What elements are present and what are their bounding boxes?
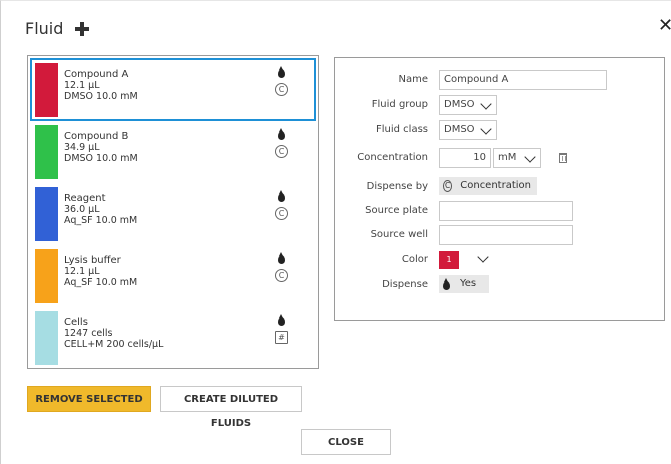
dispense-by-value: Concentration <box>460 180 531 191</box>
fluid-name: Compound B <box>64 131 129 142</box>
concentration-mode-icon: C <box>275 83 288 96</box>
dispense-by-chip[interactable]: C Concentration <box>439 177 537 195</box>
concentration-mode-icon: C <box>275 269 288 282</box>
fluid-name: Compound A <box>64 69 129 80</box>
source-well-label: Source well <box>370 229 428 240</box>
fluid-color-swatch <box>35 311 58 365</box>
fluid-info: Cells 1247 cells CELL+M 200 cells/µL <box>64 317 163 350</box>
dispense-drop-icon <box>278 314 285 326</box>
fluid-color-swatch <box>35 125 58 179</box>
fluid-item-compound-a[interactable]: Compound A 12.1 µL DMSO 10.0 mM C <box>30 58 316 121</box>
color-label: Color <box>401 254 428 265</box>
dispense-label: Dispense <box>382 279 428 290</box>
source-plate-field[interactable] <box>439 201 573 221</box>
dispense-value: Yes <box>460 278 477 289</box>
name-field[interactable]: Compound A <box>439 70 607 90</box>
fluid-volume: 12.1 µL <box>64 266 100 277</box>
close-icon[interactable]: ✕ <box>658 17 671 35</box>
source-well-field[interactable] <box>439 225 573 245</box>
chevron-down-icon <box>480 98 492 110</box>
dialog-title: Fluid <box>25 19 64 38</box>
fluid-item-compound-b[interactable]: Compound B 34.9 µL DMSO 10.0 mM C <box>32 122 314 181</box>
fluid-class-value: DMSO <box>444 124 475 135</box>
fluid-list: Compound A 12.1 µL DMSO 10.0 mM C Compou… <box>27 55 319 369</box>
dispense-drop-icon <box>278 66 285 78</box>
dispense-by-label: Dispense by <box>366 181 428 192</box>
fluid-group-select[interactable]: DMSO <box>439 95 497 115</box>
create-diluted-fluids-button[interactable]: CREATE DILUTED FLUIDS <box>160 386 302 429</box>
fluid-name: Reagent <box>64 193 106 204</box>
drop-icon <box>443 277 450 290</box>
fluid-volume: 36.0 µL <box>64 204 100 215</box>
fluid-volume: 12.1 µL <box>64 80 100 91</box>
dialog-header: Fluid <box>25 19 90 38</box>
fluid-info: Reagent 36.0 µL Aq_SF 10.0 mM <box>64 193 137 226</box>
remove-selected-button[interactable]: REMOVE SELECTED <box>27 386 151 412</box>
fluid-group-value: DMSO <box>444 99 475 110</box>
fluid-info: Lysis buffer 12.1 µL Aq_SF 10.0 mM <box>64 255 137 288</box>
concentration-unit-value: mM <box>498 152 517 163</box>
fluid-volume: 1247 cells <box>64 328 113 339</box>
concentration-label: Concentration <box>357 152 428 163</box>
fluid-class-label: Fluid class <box>376 124 428 135</box>
concentration-icon: C <box>443 180 453 192</box>
source-plate-label: Source plate <box>365 205 428 216</box>
dispense-drop-icon <box>278 252 285 264</box>
concentration-field[interactable]: 10 <box>439 148 491 168</box>
name-label: Name <box>398 74 428 85</box>
trash-icon[interactable] <box>559 153 567 163</box>
fluid-detail: DMSO 10.0 mM <box>64 91 138 102</box>
fluid-detail: CELL+M 200 cells/µL <box>64 339 164 350</box>
close-button[interactable]: CLOSE <box>301 429 391 455</box>
fluid-detail: Aq_SF 10.0 mM <box>64 215 138 226</box>
chevron-down-icon <box>480 123 492 135</box>
color-chevron-down-icon[interactable] <box>477 251 489 263</box>
chevron-down-icon <box>524 151 536 163</box>
dispense-drop-icon <box>278 190 285 202</box>
fluid-properties-panel: Name Compound A Fluid group DMSO Fluid c… <box>334 57 665 321</box>
fluid-item-cells[interactable]: Cells 1247 cells CELL+M 200 cells/µL # <box>32 308 314 367</box>
fluid-color-swatch <box>35 187 58 241</box>
fluid-item-lysis-buffer[interactable]: Lysis buffer 12.1 µL Aq_SF 10.0 mM C <box>32 246 314 305</box>
cell-count-mode-icon: # <box>275 331 288 344</box>
fluid-info: Compound A 12.1 µL DMSO 10.0 mM <box>64 69 138 102</box>
fluid-dialog: Fluid ✕ Compound A 12.1 µL DMSO 10.0 mM … <box>0 0 671 464</box>
fluid-item-reagent[interactable]: Reagent 36.0 µL Aq_SF 10.0 mM C <box>32 184 314 243</box>
fluid-volume: 34.9 µL <box>64 142 100 153</box>
dispense-toggle[interactable]: Yes <box>439 275 489 293</box>
concentration-mode-icon: C <box>275 207 288 220</box>
color-swatch[interactable]: 1 <box>439 251 459 269</box>
concentration-mode-icon: C <box>275 145 288 158</box>
fluid-color-swatch <box>35 249 58 303</box>
fluid-detail: Aq_SF 10.0 mM <box>64 277 138 288</box>
fluid-name: Lysis buffer <box>64 255 121 266</box>
fluid-detail: DMSO 10.0 mM <box>64 153 138 164</box>
fluid-color-swatch <box>35 63 58 117</box>
fluid-class-select[interactable]: DMSO <box>439 120 497 140</box>
fluid-name: Cells <box>64 317 88 328</box>
dispense-drop-icon <box>278 128 285 140</box>
add-fluid-icon[interactable] <box>75 21 90 36</box>
concentration-unit-select[interactable]: mM <box>493 148 541 168</box>
fluid-group-label: Fluid group <box>371 99 428 110</box>
fluid-info: Compound B 34.9 µL DMSO 10.0 mM <box>64 131 138 164</box>
